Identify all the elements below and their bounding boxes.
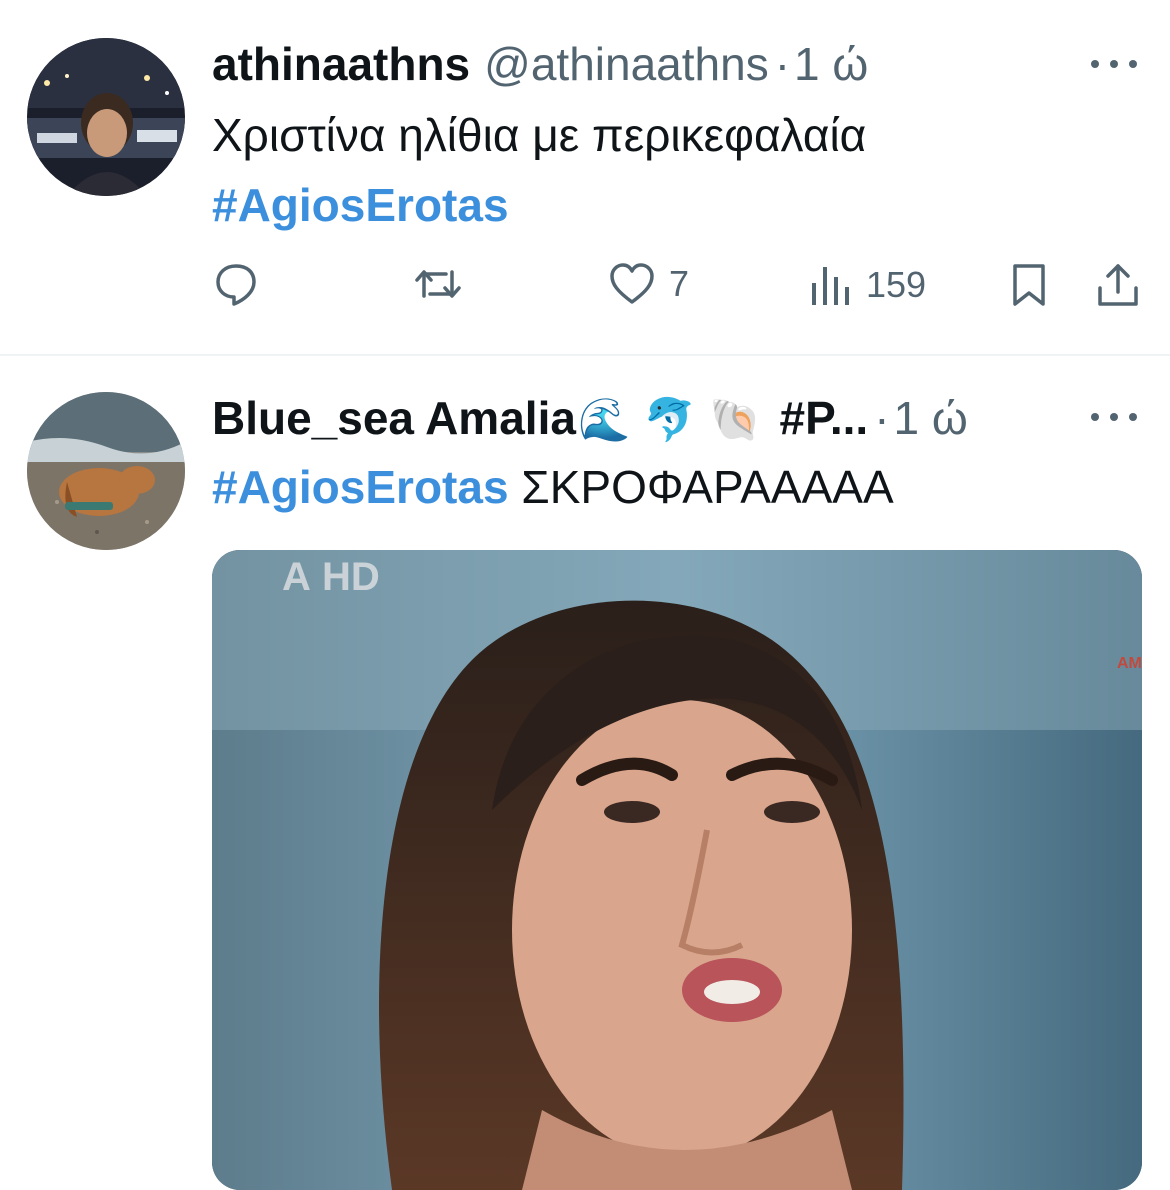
avatar-dog-on-beach-image xyxy=(27,392,185,550)
heart-icon xyxy=(610,263,654,304)
retweet-icon xyxy=(415,270,461,298)
like-count: 7 xyxy=(669,263,690,304)
like-button[interactable]: 7 xyxy=(609,262,689,306)
views-chart-icon xyxy=(812,267,849,305)
hashtag-link[interactable]: #AgiosErotas xyxy=(212,179,509,231)
tweet-1[interactable]: athinaathns @athinaathns · 1 ώ Χριστίνα … xyxy=(0,0,1170,354)
retweet-button[interactable] xyxy=(412,260,478,308)
bookmark-button[interactable] xyxy=(1010,262,1048,308)
tweet-media-image[interactable]: Α HD AM xyxy=(212,550,1142,1190)
media-photo: Α HD AM xyxy=(212,550,1142,1190)
tweet-text-body: ΣΚΡΟΦΑΡΑΑΑΑΑ xyxy=(508,461,894,513)
hashtag-link[interactable]: #AgiosErotas xyxy=(212,461,509,513)
display-name[interactable]: athinaathns xyxy=(212,36,470,92)
display-name[interactable]: Blue_sea Amalia xyxy=(212,390,576,446)
tweet-actions: 7 159 xyxy=(0,260,1170,320)
tweet-text: #AgiosErotas ΣΚΡΟΦΑΡΑΑΑΑΑ xyxy=(212,454,894,520)
tweet-header: athinaathns @athinaathns · 1 ώ xyxy=(212,36,868,92)
more-icon[interactable] xyxy=(1091,57,1137,71)
handle[interactable]: @athinaathns xyxy=(484,36,769,92)
views-count: 159 xyxy=(866,264,927,305)
avatar-night-harbor-image xyxy=(27,38,185,196)
tweet-text-line: Χριστίνα ηλίθια με περικεφαλαία xyxy=(212,109,867,161)
separator: · xyxy=(774,38,791,90)
timestamp[interactable]: 1 ώ xyxy=(794,36,868,92)
bookmark-icon xyxy=(1013,264,1045,306)
tweet-text: Χριστίνα ηλίθια με περικεφαλαία xyxy=(212,102,866,168)
reply-button[interactable] xyxy=(212,260,274,308)
more-icon[interactable] xyxy=(1091,410,1137,424)
name-hashtag: #P... xyxy=(779,392,869,444)
tweet-text-hashtag-line: #AgiosErotas xyxy=(212,172,509,238)
share-button[interactable] xyxy=(1096,262,1140,308)
share-icon xyxy=(1098,264,1138,306)
channel-logo-text: Α HD xyxy=(282,555,380,599)
tweet-header: Blue_sea Amalia 🌊 🐬 🐚 #P... · 1 ώ xyxy=(212,390,968,448)
avatar[interactable] xyxy=(27,392,185,550)
avatar[interactable] xyxy=(27,38,185,196)
views-button[interactable]: 159 xyxy=(810,264,926,306)
separator: · xyxy=(874,392,890,444)
reply-icon xyxy=(216,264,256,306)
name-emojis: 🌊 🐬 🐚 xyxy=(577,395,762,444)
timestamp[interactable]: 1 ώ xyxy=(894,390,968,446)
media-corner-text: AM xyxy=(1117,655,1142,672)
